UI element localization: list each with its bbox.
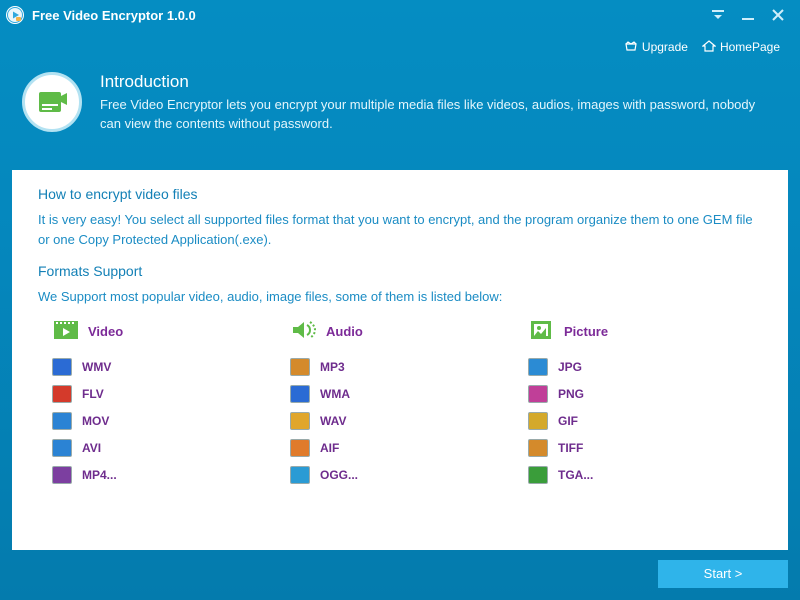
upgrade-icon bbox=[624, 39, 638, 56]
file-type-icon bbox=[528, 466, 548, 484]
format-item: MP4... bbox=[52, 466, 290, 484]
top-links: Upgrade HomePage bbox=[0, 30, 800, 64]
title-bar: Free Video Encryptor 1.0.0 bbox=[0, 0, 800, 30]
audio-icon bbox=[290, 319, 318, 344]
file-type-icon bbox=[52, 412, 72, 430]
file-type-icon bbox=[290, 412, 310, 430]
homepage-link[interactable]: HomePage bbox=[702, 39, 780, 56]
upgrade-label: Upgrade bbox=[642, 40, 688, 54]
formats-heading: Formats Support bbox=[38, 263, 766, 279]
format-label: AVI bbox=[82, 441, 101, 455]
format-label: PNG bbox=[558, 387, 584, 401]
intro-badge-icon bbox=[22, 72, 82, 132]
format-item: WAV bbox=[290, 412, 528, 430]
video-col-label: Video bbox=[88, 324, 123, 339]
format-item: GIF bbox=[528, 412, 766, 430]
file-type-icon bbox=[52, 385, 72, 403]
video-icon bbox=[52, 319, 80, 344]
app-window: Free Video Encryptor 1.0.0 Upgrade HomeP… bbox=[0, 0, 800, 600]
how-heading: How to encrypt video files bbox=[38, 186, 766, 202]
file-type-icon bbox=[528, 412, 548, 430]
picture-icon bbox=[528, 319, 556, 344]
format-label: MP4... bbox=[82, 468, 117, 482]
format-item: TIFF bbox=[528, 439, 766, 457]
file-type-icon bbox=[528, 385, 548, 403]
formats-col-audio: Audio MP3 WMA WAV AIF OGG... bbox=[290, 319, 528, 493]
upgrade-link[interactable]: Upgrade bbox=[624, 39, 688, 56]
start-button[interactable]: Start > bbox=[658, 560, 788, 588]
format-label: TIFF bbox=[558, 441, 583, 455]
format-label: OGG... bbox=[320, 468, 358, 482]
format-label: FLV bbox=[82, 387, 104, 401]
format-label: JPG bbox=[558, 360, 582, 374]
intro-heading: Introduction bbox=[100, 72, 774, 92]
format-label: WMV bbox=[82, 360, 111, 374]
file-type-icon bbox=[290, 358, 310, 376]
formats-grid: Video WMV FLV MOV AVI MP4... Audio MP3 WMA WAV… bbox=[38, 319, 766, 493]
file-type-icon bbox=[290, 466, 310, 484]
bottom-bar: Start > bbox=[0, 550, 800, 600]
format-label: WMA bbox=[320, 387, 350, 401]
main-panel: How to encrypt video files It is very ea… bbox=[12, 170, 788, 550]
window-controls bbox=[710, 7, 794, 23]
format-item: MOV bbox=[52, 412, 290, 430]
file-type-icon bbox=[528, 439, 548, 457]
format-item: AVI bbox=[52, 439, 290, 457]
format-item: WMA bbox=[290, 385, 528, 403]
intro-body: Free Video Encryptor lets you encrypt yo… bbox=[100, 96, 774, 134]
homepage-label: HomePage bbox=[720, 40, 780, 54]
format-label: WAV bbox=[320, 414, 346, 428]
picture-col-label: Picture bbox=[564, 324, 608, 339]
format-item: OGG... bbox=[290, 466, 528, 484]
home-icon bbox=[702, 39, 716, 56]
close-icon[interactable] bbox=[770, 7, 786, 23]
dropdown-icon[interactable] bbox=[710, 7, 726, 23]
file-type-icon bbox=[52, 466, 72, 484]
minimize-icon[interactable] bbox=[740, 7, 756, 23]
format-item: MP3 bbox=[290, 358, 528, 376]
intro-section: Introduction Free Video Encryptor lets y… bbox=[0, 64, 800, 152]
format-label: AIF bbox=[320, 441, 339, 455]
format-item: JPG bbox=[528, 358, 766, 376]
format-label: GIF bbox=[558, 414, 578, 428]
formats-col-video: Video WMV FLV MOV AVI MP4... bbox=[52, 319, 290, 493]
intro-text: Introduction Free Video Encryptor lets y… bbox=[100, 72, 774, 134]
file-type-icon bbox=[52, 358, 72, 376]
file-type-icon bbox=[290, 385, 310, 403]
format-label: MOV bbox=[82, 414, 109, 428]
audio-col-label: Audio bbox=[326, 324, 363, 339]
app-title: Free Video Encryptor 1.0.0 bbox=[32, 8, 196, 23]
formats-body: We Support most popular video, audio, im… bbox=[38, 287, 766, 307]
app-logo-icon bbox=[6, 6, 24, 24]
format-label: TGA... bbox=[558, 468, 593, 482]
formats-col-picture: Picture JPG PNG GIF TIFF TGA... bbox=[528, 319, 766, 493]
format-label: MP3 bbox=[320, 360, 345, 374]
format-item: FLV bbox=[52, 385, 290, 403]
file-type-icon bbox=[290, 439, 310, 457]
format-item: TGA... bbox=[528, 466, 766, 484]
format-item: PNG bbox=[528, 385, 766, 403]
format-item: AIF bbox=[290, 439, 528, 457]
file-type-icon bbox=[52, 439, 72, 457]
how-body: It is very easy! You select all supporte… bbox=[38, 210, 766, 249]
format-item: WMV bbox=[52, 358, 290, 376]
file-type-icon bbox=[528, 358, 548, 376]
